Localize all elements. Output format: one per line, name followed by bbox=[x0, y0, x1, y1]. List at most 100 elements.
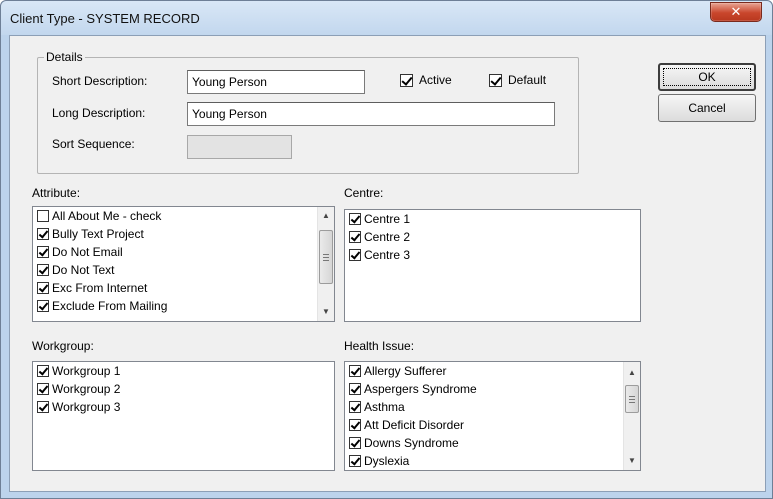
item-checkbox[interactable] bbox=[37, 300, 49, 312]
item-label: Exc From Internet bbox=[52, 281, 148, 295]
attribute-label: Attribute: bbox=[32, 186, 81, 200]
item-checkbox[interactable] bbox=[37, 264, 49, 276]
scroll-up-arrow[interactable]: ▲ bbox=[318, 208, 334, 224]
item-checkbox[interactable] bbox=[37, 210, 49, 222]
sort-sequence-field bbox=[187, 135, 292, 159]
item-checkbox[interactable] bbox=[37, 228, 49, 240]
list-item[interactable]: Workgroup 3 bbox=[33, 398, 334, 416]
list-item[interactable]: Workgroup 2 bbox=[33, 380, 334, 398]
up-arrow-icon: ▲ bbox=[628, 368, 636, 377]
item-checkbox[interactable] bbox=[37, 383, 49, 395]
item-checkbox[interactable] bbox=[37, 282, 49, 294]
list-item[interactable]: Aspergers Syndrome bbox=[345, 380, 640, 398]
list-item[interactable]: Centre 1 bbox=[345, 210, 640, 228]
item-checkbox[interactable] bbox=[349, 455, 361, 467]
workgroup-list[interactable]: Workgroup 1 Workgroup 2 Workgroup 3 bbox=[32, 361, 335, 471]
list-item[interactable]: Centre 3 bbox=[345, 246, 640, 264]
item-label: Bully Text Project bbox=[52, 227, 144, 241]
attribute-scrollbar[interactable]: ▲ ▼ bbox=[317, 207, 334, 321]
centre-label: Centre: bbox=[344, 186, 384, 200]
item-checkbox[interactable] bbox=[37, 401, 49, 413]
workgroup-items: Workgroup 1 Workgroup 2 Workgroup 3 bbox=[33, 362, 334, 416]
active-label: Active bbox=[419, 73, 452, 87]
item-label: Centre 1 bbox=[364, 212, 411, 226]
ok-button-label: OK bbox=[698, 70, 716, 84]
scroll-up-arrow[interactable]: ▲ bbox=[624, 365, 640, 381]
item-checkbox[interactable] bbox=[37, 365, 49, 377]
close-button[interactable]: ✕ bbox=[710, 2, 762, 22]
scroll-down-arrow[interactable]: ▼ bbox=[318, 304, 334, 320]
scroll-thumb[interactable] bbox=[625, 385, 639, 413]
down-arrow-icon: ▼ bbox=[628, 456, 636, 465]
default-checkbox[interactable]: Default bbox=[489, 73, 546, 87]
list-item[interactable]: Workgroup 1 bbox=[33, 362, 334, 380]
long-description-field[interactable]: Young Person bbox=[187, 102, 555, 126]
down-arrow-icon: ▼ bbox=[322, 307, 330, 316]
title-bar[interactable]: Client Type - SYSTEM RECORD ✕ bbox=[1, 1, 772, 35]
default-label: Default bbox=[508, 73, 547, 87]
ok-button[interactable]: OK bbox=[658, 63, 756, 91]
list-item[interactable]: Bully Text Project bbox=[33, 225, 334, 243]
item-checkbox[interactable] bbox=[349, 365, 361, 377]
grip-line bbox=[629, 399, 635, 400]
item-checkbox[interactable] bbox=[37, 246, 49, 258]
item-checkbox[interactable] bbox=[349, 213, 361, 225]
item-checkbox[interactable] bbox=[349, 383, 361, 395]
grip-line bbox=[629, 396, 635, 397]
short-description-field[interactable]: Young Person bbox=[187, 70, 365, 94]
scroll-thumb[interactable] bbox=[319, 230, 333, 284]
active-checkbox[interactable]: Active bbox=[400, 73, 452, 87]
item-label: Centre 3 bbox=[364, 248, 411, 262]
centre-list[interactable]: Centre 1 Centre 2 Centre 3 bbox=[344, 209, 641, 322]
health-issue-items: Allergy Sufferer Aspergers Syndrome Asthma… bbox=[345, 362, 640, 470]
workgroup-label: Workgroup: bbox=[32, 339, 94, 353]
item-checkbox[interactable] bbox=[349, 249, 361, 261]
list-item[interactable]: All About Me - check bbox=[33, 207, 334, 225]
list-item[interactable]: Asthma bbox=[345, 398, 640, 416]
health-issue-label: Health Issue: bbox=[344, 339, 415, 353]
active-checkbox-box[interactable] bbox=[400, 73, 413, 87]
list-item[interactable]: Att Deficit Disorder bbox=[345, 416, 640, 434]
details-group-title: Details bbox=[44, 50, 85, 64]
item-label: Dyslexia bbox=[364, 454, 410, 468]
scroll-down-arrow[interactable]: ▼ bbox=[624, 453, 640, 469]
item-checkbox[interactable] bbox=[349, 401, 361, 413]
grip-line bbox=[323, 260, 329, 261]
health-issue-list[interactable]: Allergy Sufferer Aspergers Syndrome Asthma… bbox=[344, 361, 641, 471]
close-icon: ✕ bbox=[730, 4, 742, 19]
list-item[interactable]: Exclude From Mailing bbox=[33, 297, 334, 315]
grip-line bbox=[323, 257, 329, 258]
list-item[interactable]: Downs Syndrome bbox=[345, 434, 640, 452]
list-item[interactable]: Centre 2 bbox=[345, 228, 640, 246]
item-checkbox[interactable] bbox=[349, 437, 361, 449]
window-title: Client Type - SYSTEM RECORD bbox=[10, 11, 200, 26]
item-label: Allergy Sufferer bbox=[364, 364, 447, 378]
list-item[interactable]: Allergy Sufferer bbox=[345, 362, 640, 380]
list-item[interactable]: Do Not Email bbox=[33, 243, 334, 261]
item-label: Centre 2 bbox=[364, 230, 411, 244]
cancel-button[interactable]: Cancel bbox=[658, 94, 756, 122]
item-label: Exclude From Mailing bbox=[52, 299, 168, 313]
item-label: Workgroup 2 bbox=[52, 382, 121, 396]
list-item[interactable]: Dyslexia bbox=[345, 452, 640, 470]
item-checkbox[interactable] bbox=[349, 419, 361, 431]
details-group: Details Short Description: Young Person … bbox=[37, 50, 579, 174]
list-item[interactable]: Exc From Internet bbox=[33, 279, 334, 297]
item-label: All About Me - check bbox=[52, 209, 162, 223]
item-label: Workgroup 3 bbox=[52, 400, 121, 414]
item-checkbox[interactable] bbox=[349, 231, 361, 243]
item-label: Do Not Email bbox=[52, 245, 123, 259]
attribute-items: All About Me - check Bully Text Project Do… bbox=[33, 207, 334, 315]
item-label: Downs Syndrome bbox=[364, 436, 459, 450]
item-label: Workgroup 1 bbox=[52, 364, 121, 378]
sort-sequence-label: Sort Sequence: bbox=[52, 137, 135, 151]
item-label: Att Deficit Disorder bbox=[364, 418, 465, 432]
short-description-label: Short Description: bbox=[52, 74, 148, 88]
default-checkbox-box[interactable] bbox=[489, 73, 502, 87]
cancel-button-label: Cancel bbox=[688, 101, 726, 115]
health-issue-scrollbar[interactable]: ▲ ▼ bbox=[623, 362, 640, 470]
list-item[interactable]: Do Not Text bbox=[33, 261, 334, 279]
item-label: Aspergers Syndrome bbox=[364, 382, 477, 396]
centre-items: Centre 1 Centre 2 Centre 3 bbox=[345, 210, 640, 264]
attribute-list[interactable]: All About Me - check Bully Text Project Do… bbox=[32, 206, 335, 322]
